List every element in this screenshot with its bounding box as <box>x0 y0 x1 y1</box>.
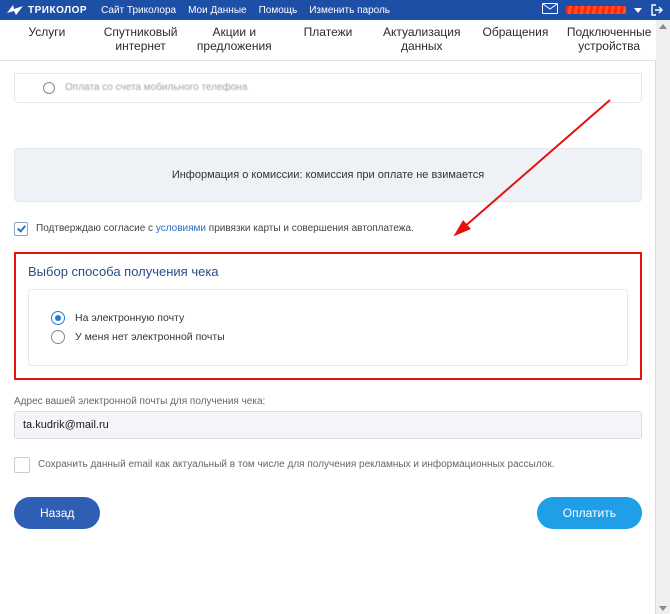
tab-tickets[interactable]: Обращения <box>469 20 563 60</box>
receipt-option-noemail[interactable]: У меня нет электронной почты <box>51 330 605 344</box>
save-email-row: Сохранить данный email как актуальный в … <box>14 457 642 473</box>
save-email-checkbox[interactable] <box>14 457 30 473</box>
radio-selected-icon <box>51 311 65 325</box>
logout-icon[interactable] <box>650 3 664 17</box>
email-input[interactable] <box>14 411 642 439</box>
save-email-label: Сохранить данный email как актуальный в … <box>38 459 555 470</box>
scroll-down-icon[interactable] <box>658 602 668 614</box>
link-site[interactable]: Сайт Триколора <box>101 5 176 16</box>
radio-mobile-pay-label: Оплата со счета мобильного телефона <box>65 82 247 93</box>
user-name-redacted <box>566 6 626 14</box>
radio-mobile-pay[interactable] <box>43 82 55 94</box>
payment-method-card-truncated: Оплата со счета мобильного телефона <box>14 73 642 103</box>
link-help[interactable]: Помощь <box>259 5 298 16</box>
tab-services[interactable]: Услуги <box>0 20 94 60</box>
agree-terms-row: Подтверждаю согласие с условиями привязк… <box>14 222 642 236</box>
brand-logo: ТРИКОЛОР <box>6 4 87 16</box>
brand-text: ТРИКОЛОР <box>28 5 87 16</box>
receipt-option-noemail-label: У меня нет электронной почты <box>75 331 225 343</box>
commission-info-text: Информация о комиссии: комиссия при опла… <box>172 169 484 181</box>
receipt-section-title: Выбор способа получения чека <box>28 264 628 279</box>
top-header: ТРИКОЛОР Сайт Триколора Мои Данные Помощ… <box>0 0 670 20</box>
pay-button[interactable]: Оплатить <box>537 497 642 529</box>
receipt-option-email[interactable]: На электронную почту <box>51 311 605 325</box>
link-changepw[interactable]: Изменить пароль <box>309 5 390 16</box>
scroll-up-icon[interactable] <box>658 20 668 32</box>
tab-sat-internet[interactable]: Спутниковый интернет <box>94 20 188 60</box>
agree-text: Подтверждаю согласие с условиями привязк… <box>36 223 414 234</box>
agree-checkbox[interactable] <box>14 222 28 236</box>
tab-devices[interactable]: Подключенные устройства <box>562 20 656 60</box>
back-button[interactable]: Назад <box>14 497 100 529</box>
radio-unselected-icon <box>51 330 65 344</box>
chevron-down-icon[interactable] <box>634 8 642 13</box>
receipt-method-section: Выбор способа получения чека На электрон… <box>14 252 642 380</box>
tab-payments[interactable]: Платежи <box>281 20 375 60</box>
main-nav: Услуги Спутниковый интернет Акции и пред… <box>0 20 656 61</box>
commission-info-box: Информация о комиссии: комиссия при опла… <box>14 148 642 202</box>
link-mydata[interactable]: Мои Данные <box>188 5 247 16</box>
tab-update-data[interactable]: Актуализация данных <box>375 20 469 60</box>
action-buttons-row: Назад Оплатить <box>14 497 642 541</box>
terms-link[interactable]: условиями <box>156 223 206 234</box>
tab-promo[interactable]: Акции и предложения <box>187 20 281 60</box>
receipt-options-card: На электронную почту У меня нет электрон… <box>28 289 628 366</box>
email-field-label: Адрес вашей электронной почты для получе… <box>14 396 642 407</box>
receipt-option-email-label: На электронную почту <box>75 312 184 324</box>
mail-icon[interactable] <box>542 3 558 17</box>
top-nav-links: Сайт Триколора Мои Данные Помощь Изменит… <box>101 5 390 16</box>
scrollbar[interactable] <box>655 20 670 614</box>
